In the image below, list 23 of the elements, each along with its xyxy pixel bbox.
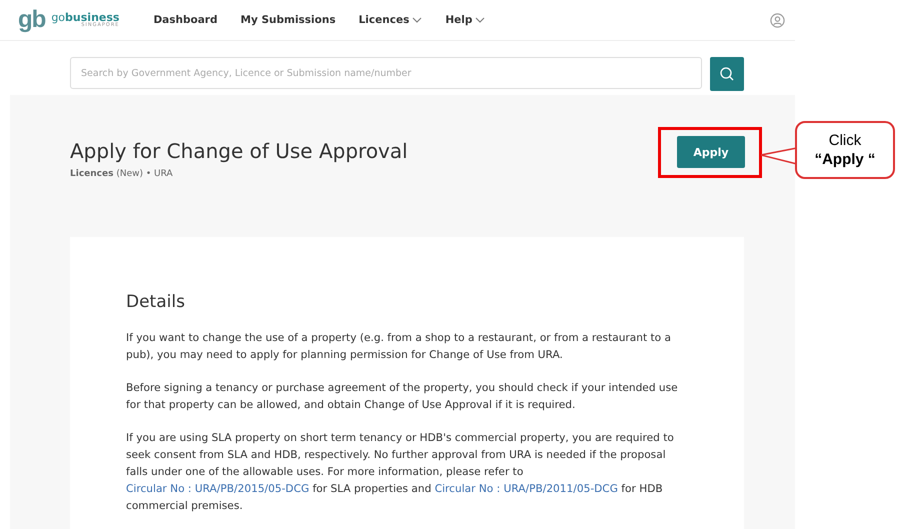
page-title: Apply for Change of Use Approval [70, 139, 408, 163]
nav-link[interactable]: Licences [358, 14, 422, 26]
details-paragraph: If you are using SLA property on short term tenancy or HDB's commercial property, you are required to seek consent from SLA and HDB, respectively. No further approval from URA is needed if the proposal falls under one of the allowable uses. For more information, please refer to Circular No : URA/PB/2015/05-DCG for SLA properties and Circular No : URA/PB/2011/05-DCG for HDB commercial premises. [126, 431, 675, 514]
nav-link[interactable]: My Submissions [240, 14, 336, 26]
page-subtitle: Licences (New) • URA [70, 169, 174, 179]
circular-link[interactable]: Circular No : URA/PB/2015/05-DCG [126, 483, 310, 495]
nav-link[interactable]: Dashboard [153, 14, 218, 26]
search-field[interactable]: Search by Government Agency, Licence or Submission name/number [70, 57, 702, 89]
search-button[interactable] [710, 57, 744, 91]
chevron-down-icon [475, 17, 486, 23]
details-heading: Details [126, 292, 186, 312]
callout-text: Click [828, 130, 862, 150]
details-paragraph: Before signing a tenancy or purchase agreement of the property, you should check if your intended use for that property can be allowed, and obtain Change of Use Approval if it is required. [126, 381, 679, 413]
apply-button[interactable]: Apply [677, 136, 745, 168]
callout-text: “Apply “ [814, 150, 876, 170]
circular-link[interactable]: Circular No : URA/PB/2011/05-DCG [434, 483, 618, 495]
details-paragraph: If you want to change the use of a property (e.g. from a shop to a restaurant, or from a restaurant to a pub), you may need to apply for planning permission for Change of Use from URA. [126, 331, 672, 363]
search-icon [719, 66, 735, 82]
nav-link[interactable]: Help [445, 14, 486, 26]
logo-mark: gb [18, 8, 46, 32]
user-avatar-icon[interactable] [770, 12, 785, 28]
logo-name: gobusiness [51, 12, 120, 23]
chevron-down-icon [412, 17, 422, 23]
